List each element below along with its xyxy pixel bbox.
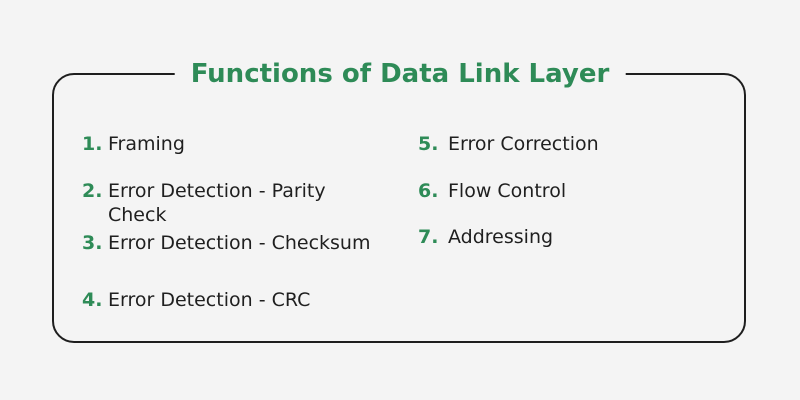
- item-label: Error Correction: [448, 133, 599, 155]
- list-item-framing: 1. Framing: [82, 132, 408, 156]
- item-label: Addressing: [448, 226, 554, 248]
- item-label: Framing: [108, 133, 185, 155]
- diagram-title: Functions of Data Link Layer: [174, 57, 626, 91]
- item-number: 3.: [82, 232, 103, 254]
- item-number: 1.: [82, 133, 103, 155]
- list-item-error-detection-checksum: 3. Error Detection - Checksum: [82, 231, 408, 255]
- list-item-flow-control: 6. Flow Control: [418, 179, 566, 203]
- item-number: 7.: [418, 226, 439, 248]
- item-number: 5.: [418, 133, 439, 155]
- list-item-error-detection-parity: 2. Error Detection - Parity Check: [82, 179, 358, 227]
- list-item-error-correction: 5. Error Correction: [418, 132, 599, 156]
- list-item-error-detection-crc: 4. Error Detection - CRC: [82, 288, 408, 312]
- item-label: Error Detection - Parity Check: [108, 180, 326, 226]
- item-number: 4.: [82, 289, 103, 311]
- item-number: 2.: [82, 180, 103, 202]
- item-number: 6.: [418, 180, 439, 202]
- item-label: Error Detection - CRC: [108, 289, 311, 311]
- item-label: Error Detection - Checksum: [108, 232, 371, 254]
- item-label: Flow Control: [448, 180, 567, 202]
- list-item-addressing: 7. Addressing: [418, 225, 553, 249]
